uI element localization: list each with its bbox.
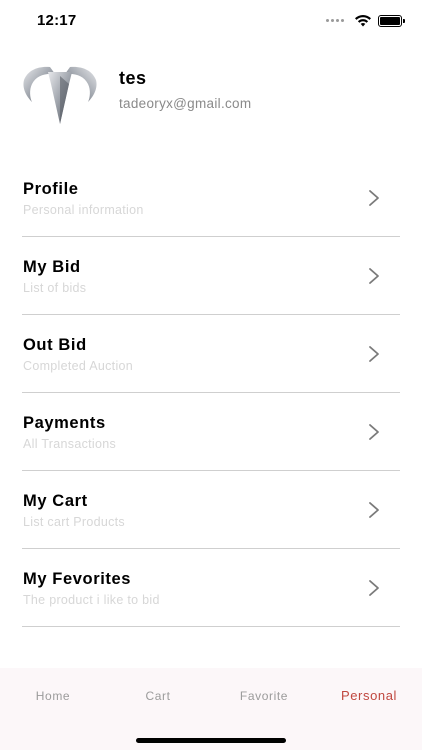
menu-item-my-fevorites[interactable]: My Fevorites The product i like to bid bbox=[22, 549, 400, 627]
menu-item-title: My Cart bbox=[23, 492, 88, 510]
menu-item-subtitle: List of bids bbox=[23, 281, 87, 295]
chevron-right-icon bbox=[369, 346, 379, 362]
chevron-right-icon bbox=[369, 190, 379, 206]
chevron-right-icon bbox=[369, 268, 379, 284]
account-menu: Profile Personal information My Bid List… bbox=[22, 159, 400, 627]
tab-cart[interactable]: Cart bbox=[108, 689, 208, 703]
account-screen: 12:17 tes tadeoryx@gmail.com Profile Per… bbox=[0, 0, 422, 750]
wifi-icon bbox=[355, 15, 371, 27]
home-indicator bbox=[136, 738, 286, 743]
chevron-right-icon bbox=[369, 424, 379, 440]
chevron-right-icon bbox=[369, 502, 379, 518]
menu-item-subtitle: The product i like to bid bbox=[23, 593, 160, 607]
menu-item-my-cart[interactable]: My Cart List cart Products bbox=[22, 471, 400, 549]
battery-icon bbox=[378, 14, 405, 27]
tab-personal[interactable]: Personal bbox=[319, 688, 419, 703]
menu-item-title: My Bid bbox=[23, 258, 81, 276]
menu-item-title: Out Bid bbox=[23, 336, 87, 354]
tab-favorite[interactable]: Favorite bbox=[214, 689, 314, 703]
status-icons bbox=[326, 14, 405, 27]
cellular-signal-icon bbox=[326, 19, 344, 22]
menu-item-subtitle: Completed Auction bbox=[23, 359, 134, 373]
menu-item-subtitle: All Transactions bbox=[23, 437, 117, 451]
menu-item-payments[interactable]: Payments All Transactions bbox=[22, 393, 400, 471]
profile-header: tes tadeoryx@gmail.com bbox=[22, 62, 400, 128]
user-email: tadeoryx@gmail.com bbox=[119, 96, 252, 111]
menu-item-title: Profile bbox=[23, 180, 79, 198]
status-time: 12:17 bbox=[37, 12, 77, 29]
menu-item-subtitle: List cart Products bbox=[23, 515, 125, 529]
status-bar: 12:17 bbox=[0, 0, 422, 44]
menu-item-my-bid[interactable]: My Bid List of bids bbox=[22, 237, 400, 315]
menu-item-out-bid[interactable]: Out Bid Completed Auction bbox=[22, 315, 400, 393]
menu-item-title: My Fevorites bbox=[23, 570, 132, 588]
menu-item-title: Payments bbox=[23, 414, 106, 432]
horned-shield-logo bbox=[23, 66, 97, 124]
menu-item-subtitle: Personal information bbox=[23, 203, 144, 217]
chevron-right-icon bbox=[369, 580, 379, 596]
user-name: tes bbox=[119, 68, 147, 88]
menu-item-profile[interactable]: Profile Personal information bbox=[22, 159, 400, 237]
tab-home[interactable]: Home bbox=[3, 689, 103, 703]
